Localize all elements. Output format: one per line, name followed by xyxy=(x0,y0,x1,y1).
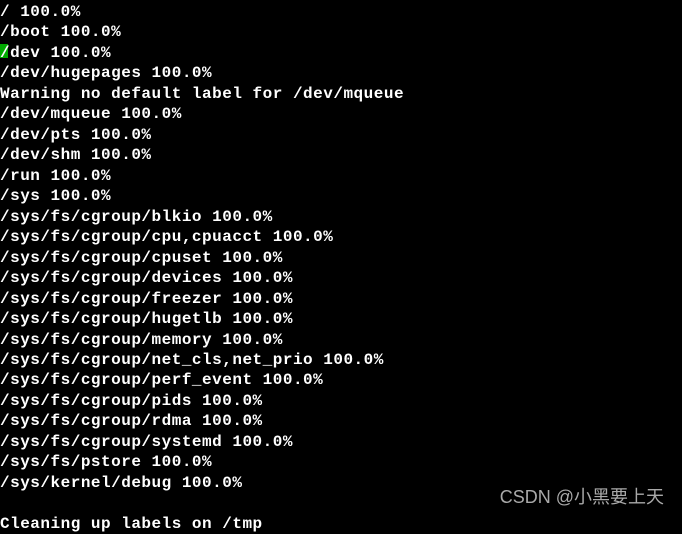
watermark-text: CSDN @小黑要上天 xyxy=(500,486,664,509)
terminal-line-text: /sys/fs/cgroup/memory 100.0% xyxy=(0,331,283,349)
terminal-line-text: /sys/fs/cgroup/cpuset 100.0% xyxy=(0,249,283,267)
terminal-line-text: /dev/shm 100.0% xyxy=(0,146,152,164)
terminal-line-text: /sys 100.0% xyxy=(0,187,111,205)
terminal-line: /sys/fs/cgroup/rdma 100.0% xyxy=(0,411,682,431)
terminal-line-text: /sys/fs/cgroup/devices 100.0% xyxy=(0,269,293,287)
terminal-line: Warning no default label for /dev/mqueue xyxy=(0,84,682,104)
terminal-line-text: /sys/fs/cgroup/net_cls,net_prio 100.0% xyxy=(0,351,384,369)
terminal-line: /sys/fs/cgroup/perf_event 100.0% xyxy=(0,370,682,390)
terminal-line: /sys/fs/pstore 100.0% xyxy=(0,452,682,472)
terminal-line: /sys/fs/cgroup/cpu,cpuacct 100.0% xyxy=(0,227,682,247)
terminal-line: /sys/fs/cgroup/net_cls,net_prio 100.0% xyxy=(0,350,682,370)
terminal-line-text: /sys/fs/cgroup/pids 100.0% xyxy=(0,392,263,410)
terminal-line-text: /sys/fs/cgroup/freezer 100.0% xyxy=(0,290,293,308)
terminal-line-text: /dev/pts 100.0% xyxy=(0,126,152,144)
terminal-line-text: /dev/mqueue 100.0% xyxy=(0,105,182,123)
terminal-line-text: / 100.0% xyxy=(0,3,81,21)
terminal-line: /sys/fs/cgroup/pids 100.0% xyxy=(0,391,682,411)
terminal-line-text: /run 100.0% xyxy=(0,167,111,185)
terminal-line: /sys 100.0% xyxy=(0,186,682,206)
terminal-line: /sys/fs/cgroup/freezer 100.0% xyxy=(0,289,682,309)
terminal-line-text xyxy=(0,494,10,512)
terminal-line: Cleaning up labels on /tmp xyxy=(0,514,682,534)
terminal-line-text: /dev 100.0% xyxy=(0,44,111,62)
terminal-line: /dev/mqueue 100.0% xyxy=(0,104,682,124)
terminal-line-text: /sys/fs/cgroup/cpu,cpuacct 100.0% xyxy=(0,228,333,246)
terminal-line-text: /sys/fs/cgroup/blkio 100.0% xyxy=(0,208,273,226)
terminal-line: /dev/pts 100.0% xyxy=(0,125,682,145)
terminal-line-text: /sys/fs/cgroup/hugetlb 100.0% xyxy=(0,310,293,328)
terminal-line-text: /sys/fs/pstore 100.0% xyxy=(0,453,212,471)
terminal-line-text: /sys/fs/cgroup/rdma 100.0% xyxy=(0,412,263,430)
terminal-line-text: /dev/hugepages 100.0% xyxy=(0,64,212,82)
terminal-line-text: Warning no default label for /dev/mqueue xyxy=(0,85,404,103)
terminal-line: /sys/fs/cgroup/blkio 100.0% xyxy=(0,207,682,227)
terminal-line: /dev/hugepages 100.0% xyxy=(0,63,682,83)
terminal-line: / 100.0% xyxy=(0,2,682,22)
terminal-line-text: Cleaning up labels on /tmp xyxy=(0,515,263,533)
terminal-line: /sys/fs/cgroup/cpuset 100.0% xyxy=(0,248,682,268)
terminal-line: /dev/shm 100.0% xyxy=(0,145,682,165)
terminal-line-text: /sys/fs/cgroup/perf_event 100.0% xyxy=(0,371,323,389)
terminal-line: /sys/fs/cgroup/devices 100.0% xyxy=(0,268,682,288)
terminal-line: /sys/fs/cgroup/memory 100.0% xyxy=(0,330,682,350)
terminal-line: /run 100.0% xyxy=(0,166,682,186)
terminal-line: /sys/fs/cgroup/hugetlb 100.0% xyxy=(0,309,682,329)
terminal-line: /sys/fs/cgroup/systemd 100.0% xyxy=(0,432,682,452)
terminal-output: / 100.0% /boot 100.0% /dev 100.0% /dev/huge… xyxy=(0,2,682,534)
terminal-line: /boot 100.0% xyxy=(0,22,682,42)
terminal-line-text: /sys/kernel/debug 100.0% xyxy=(0,474,242,492)
terminal-line: /dev 100.0% xyxy=(0,43,682,63)
terminal-line-text: /sys/fs/cgroup/systemd 100.0% xyxy=(0,433,293,451)
terminal-line-text: /boot 100.0% xyxy=(0,23,121,41)
